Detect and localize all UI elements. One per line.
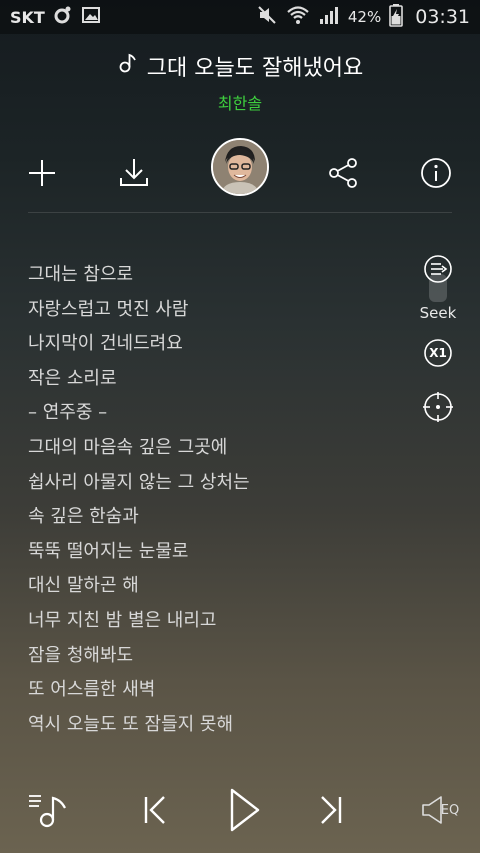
seek-toggle[interactable] xyxy=(429,274,447,302)
music-notification-icon xyxy=(53,5,73,30)
lyric-line: 그대는 참으로 xyxy=(28,264,134,285)
eq-label: EQ xyxy=(440,802,460,818)
crosshair-icon xyxy=(423,392,453,422)
lyric-line: 작은 소리로 xyxy=(28,367,117,389)
battery-percent: 42% xyxy=(347,8,382,26)
lyric-line: 또 어스름한 새벽 xyxy=(28,679,156,701)
share-icon xyxy=(329,158,357,188)
lyric-line: 쉽사리 아물지 않는 그 상처는 xyxy=(28,471,250,493)
plus-icon xyxy=(29,160,55,186)
status-bar: SKT 42% 03:31 xyxy=(0,0,480,34)
battery-charging-icon xyxy=(389,3,404,32)
share-button[interactable] xyxy=(325,155,361,191)
playlist-button[interactable] xyxy=(26,786,70,834)
info-button[interactable] xyxy=(418,155,454,191)
previous-icon xyxy=(144,796,165,824)
carrier-label: SKT xyxy=(10,7,45,27)
play-icon xyxy=(230,788,260,832)
signal-icon xyxy=(318,4,340,31)
action-row xyxy=(0,138,480,208)
speed-button[interactable]: X1 xyxy=(421,336,455,370)
lyric-line: 뚝뚝 떨어지는 눈물로 xyxy=(28,540,189,562)
lyric-line: 속 깊은 한숨과 xyxy=(28,506,139,528)
lyric-line: 너무 지친 밤 별은 내리고 xyxy=(28,609,217,631)
speed-label: X1 xyxy=(429,346,447,360)
mute-icon xyxy=(256,4,278,31)
song-title: 그대 오늘도 잘해냈어요 xyxy=(146,56,364,81)
status-left: SKT xyxy=(10,5,101,30)
download-icon xyxy=(120,159,148,186)
playlist-icon xyxy=(29,795,66,828)
image-notification-icon xyxy=(81,5,101,30)
next-button[interactable] xyxy=(310,786,354,834)
music-note-icon xyxy=(117,51,141,81)
lyric-line: 자랑스럽고 멋진 사람 xyxy=(28,298,189,320)
add-to-playlist-button[interactable] xyxy=(24,155,60,191)
player-controls: EQ xyxy=(0,780,480,840)
info-icon xyxy=(421,158,451,188)
song-title-row: 그대 오늘도 잘해냈어요 xyxy=(0,50,480,82)
download-button[interactable] xyxy=(116,155,152,191)
lyric-line: 그대의 마음속 깊은 그곳에 xyxy=(28,436,228,458)
lyric-line: – 연주중 – xyxy=(28,402,108,424)
clock: 03:31 xyxy=(415,6,470,28)
equalizer-button[interactable]: EQ xyxy=(414,786,464,834)
lyric-line: 나지막이 건네드려요 xyxy=(28,333,183,355)
lyric-line: 잠을 청해봐도 xyxy=(28,644,134,666)
lyric-line: 역시 오늘도 또 잠들지 못해 xyxy=(28,713,234,735)
artist-avatar[interactable] xyxy=(211,138,269,196)
previous-button[interactable] xyxy=(132,786,176,834)
play-button[interactable] xyxy=(218,786,268,834)
seek-label: Seek xyxy=(419,304,457,322)
artist-name[interactable]: 최한솔 xyxy=(0,90,480,114)
status-right: 42% 03:31 xyxy=(256,3,470,32)
wifi-icon xyxy=(286,4,310,31)
next-icon xyxy=(321,796,342,824)
lyric-line: 대신 말하곤 해 xyxy=(28,575,139,597)
locate-current-lyric-button[interactable] xyxy=(421,390,455,424)
divider xyxy=(28,212,452,213)
lyrics-list[interactable]: 그대는 참으로 자랑스럽고 멋진 사람 나지막이 건네드려요 작은 소리로 – … xyxy=(28,258,408,742)
